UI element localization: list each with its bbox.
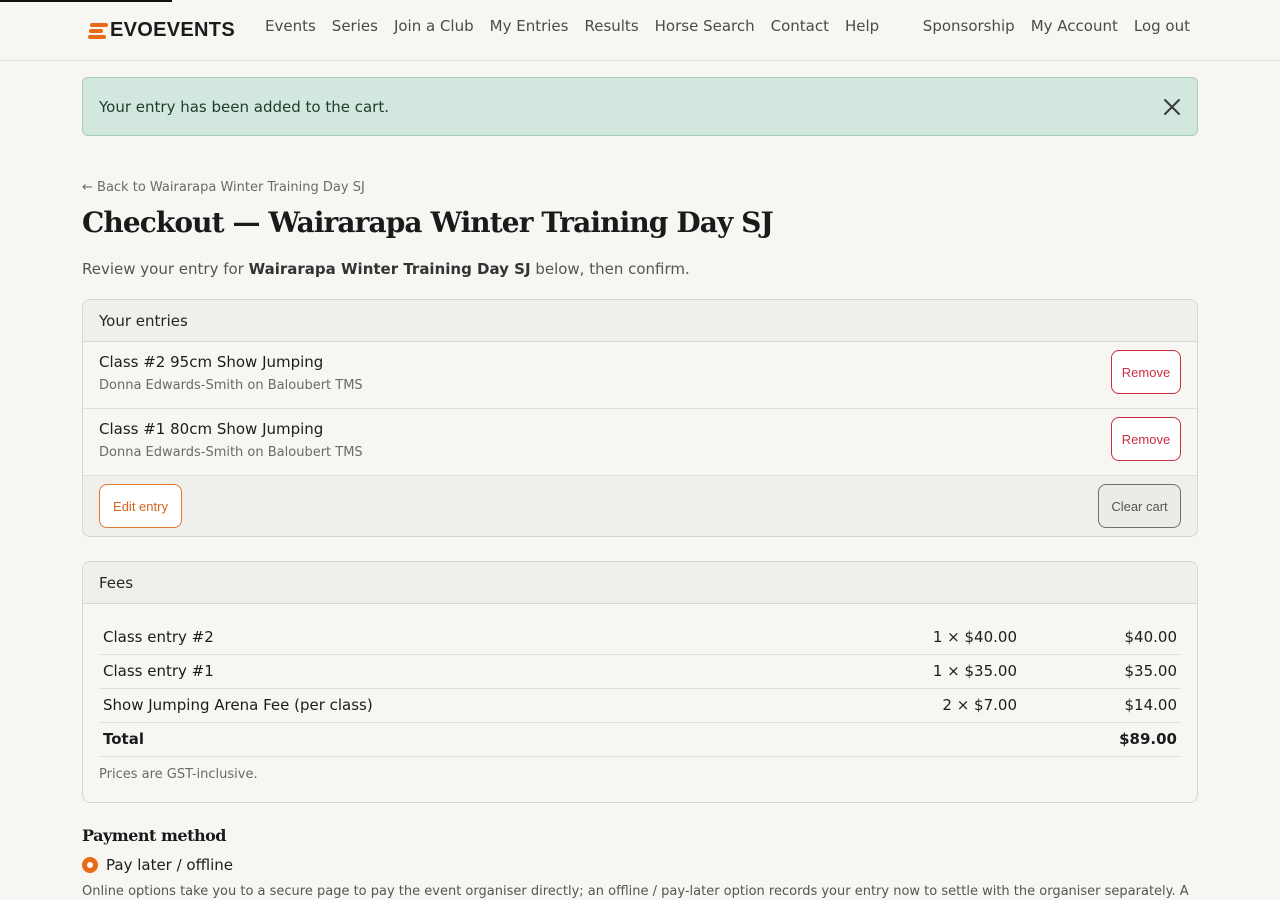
nav-link-contact[interactable]: Contact: [771, 17, 829, 35]
nav-link-sponsorship[interactable]: Sponsorship: [923, 17, 1015, 35]
table-row: Class entry #2 1 × $40.00 $40.00: [99, 620, 1181, 655]
evoevents-logo-icon: [88, 22, 108, 40]
success-alert: Your entry has been added to the cart.: [82, 77, 1198, 136]
close-icon[interactable]: [1161, 96, 1183, 118]
nav-link-my-account[interactable]: My Account: [1031, 17, 1118, 35]
entries-card: Your entries Class #2 95cm Show Jumping …: [82, 299, 1198, 537]
brand-name: EVOEVENTS: [110, 19, 235, 41]
entry-row: Class #2 95cm Show Jumping Donna Edwards…: [83, 342, 1197, 409]
fees-card: Fees Class entry #2 1 × $40.00 $40.00 Cl…: [82, 561, 1198, 803]
total-quantity-empty: [821, 722, 1021, 757]
intro-suffix: below, then confirm.: [530, 260, 690, 278]
nav-link-help[interactable]: Help: [845, 17, 879, 35]
fee-label: Show Jumping Arena Fee (per class): [99, 688, 821, 723]
fees-body: Class entry #2 1 × $40.00 $40.00 Class e…: [83, 604, 1197, 802]
payment-option-pay-later[interactable]: Pay later / offline: [82, 856, 233, 874]
radio-selected-icon[interactable]: [82, 857, 98, 873]
brand-logo[interactable]: EVOEVENTS: [88, 19, 235, 42]
fee-quantity: 1 × $35.00: [821, 654, 1021, 689]
fees-table: Class entry #2 1 × $40.00 $40.00 Class e…: [99, 620, 1181, 757]
table-row: Show Jumping Arena Fee (per class) 2 × $…: [99, 688, 1181, 723]
primary-nav: Events Series Join a Club My Entries Res…: [265, 17, 879, 35]
table-row: Class entry #1 1 × $35.00 $35.00: [99, 654, 1181, 689]
total-amount: $89.00: [1021, 722, 1181, 757]
entry-row: Class #1 80cm Show Jumping Donna Edwards…: [83, 409, 1197, 476]
intro-prefix: Review your entry for: [82, 260, 249, 278]
edit-entry-button[interactable]: Edit entry: [99, 484, 182, 528]
entry-rider-horse: Donna Edwards-Smith on Baloubert TMS: [99, 378, 363, 393]
payment-note: Online options take you to a secure page…: [82, 884, 1189, 899]
payment-option-label: Pay later / offline: [106, 856, 234, 874]
account-nav: Sponsorship My Account Log out: [923, 17, 1190, 35]
entries-card-header: Your entries: [83, 300, 1197, 342]
nav-link-results[interactable]: Results: [584, 17, 638, 35]
fee-label: Class entry #2: [99, 620, 821, 655]
fee-quantity: 2 × $7.00: [821, 688, 1021, 723]
fee-label: Class entry #1: [99, 654, 821, 689]
entry-rider-horse: Donna Edwards-Smith on Baloubert TMS: [99, 445, 363, 460]
fee-amount: $35.00: [1021, 654, 1181, 689]
total-label: Total: [99, 722, 821, 757]
nav-link-join-a-club[interactable]: Join a Club: [394, 17, 474, 35]
nav-link-my-entries[interactable]: My Entries: [490, 17, 569, 35]
fee-amount: $14.00: [1021, 688, 1181, 723]
fee-quantity: 1 × $40.00: [821, 620, 1021, 655]
intro-event-name: Wairarapa Winter Training Day SJ: [248, 260, 531, 278]
entry-class-title: Class #1 80cm Show Jumping: [99, 420, 324, 438]
clear-cart-button[interactable]: Clear cart: [1098, 484, 1181, 528]
gst-note: Prices are GST-inclusive.: [99, 766, 258, 782]
payment-method-heading: Payment method: [82, 826, 226, 845]
page-title: Checkout — Wairarapa Winter Training Day…: [82, 206, 774, 239]
remove-entry-button[interactable]: Remove: [1111, 417, 1181, 461]
fees-card-header: Fees: [83, 562, 1197, 604]
total-row: Total $89.00: [99, 722, 1181, 757]
nav-link-log-out[interactable]: Log out: [1134, 17, 1190, 35]
nav-link-horse-search[interactable]: Horse Search: [655, 17, 755, 35]
fee-amount: $40.00: [1021, 620, 1181, 655]
top-navbar: EVOEVENTS Events Series Join a Club My E…: [0, 0, 1280, 61]
nav-link-series[interactable]: Series: [332, 17, 378, 35]
entry-class-title: Class #2 95cm Show Jumping: [99, 353, 324, 371]
intro-text: Review your entry for Wairarapa Winter T…: [82, 260, 690, 278]
remove-entry-button[interactable]: Remove: [1111, 350, 1181, 394]
alert-message: Your entry has been added to the cart.: [99, 97, 389, 116]
back-to-event-link[interactable]: ← Back to Wairarapa Winter Training Day …: [82, 180, 365, 195]
nav-link-events[interactable]: Events: [265, 17, 316, 35]
entries-card-footer: Edit entry Clear cart: [83, 476, 1197, 536]
